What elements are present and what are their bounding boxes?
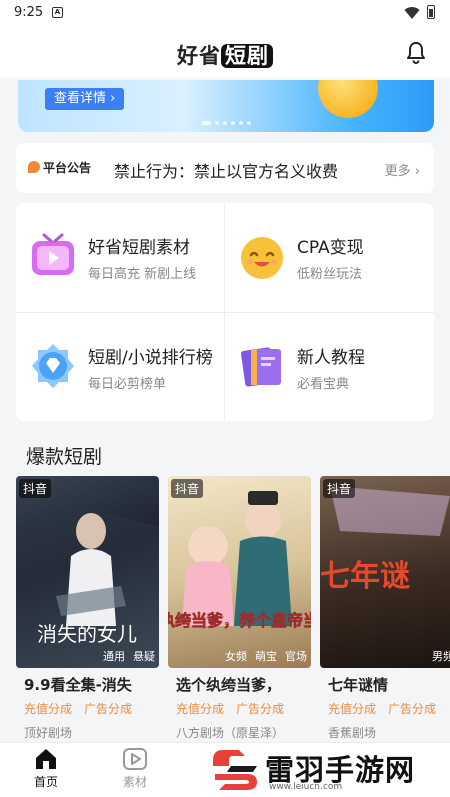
feature-title: 新人教程 — [297, 348, 365, 368]
platform-notice[interactable]: 平台公告 禁止行为：禁止以官方名义收费 更多 › — [16, 143, 434, 193]
poster-tag: 女频 — [225, 650, 247, 663]
site-watermark: 雷羽手游网 www.leiucn.com — [205, 742, 450, 797]
drama-tags: 充值分成 广告分成 — [24, 700, 144, 717]
drama-theater: 八方剧场（原星泽） — [176, 726, 285, 740]
banner-pagination — [18, 121, 434, 125]
feature-drama-materials[interactable]: 好省短剧素材 每日高充 新剧上线 — [16, 203, 224, 312]
tab-label: 首页 — [33, 775, 58, 789]
drama-card[interactable]: 选个纨绔当爹，养个皇帝当儿子 抖音 女频萌宝官场 选个纨绔当爹， 充值分成广告分… — [168, 476, 311, 742]
pagination-dot[interactable] — [222, 121, 227, 125]
battery-icon — [427, 5, 435, 19]
bell-icon[interactable] — [404, 40, 428, 64]
platform-badge: 抖音 — [323, 479, 356, 498]
feature-title: 好省短剧素材 — [88, 238, 190, 258]
feature-cpa[interactable]: CPA变现 低粉丝玩法 — [225, 203, 433, 312]
poster-art: 七年谜 — [320, 486, 450, 594]
platform-badge: 抖音 — [171, 479, 204, 498]
feature-tutorial[interactable]: 新人教程 必看宝典 — [225, 313, 433, 422]
header: 好省 短剧 — [0, 28, 450, 78]
drama-list: 消失的女儿 抖音 通用悬疑 9.9看全集-消失 充值分成广告分成 顶好剧场 选个… — [16, 476, 450, 742]
diamond-badge-icon — [32, 344, 74, 388]
app-title: 好省 短剧 — [0, 40, 450, 70]
tab-materials[interactable]: 素材 — [105, 747, 165, 790]
drama-tag: 充值分成 — [176, 702, 225, 716]
feature-grid: 好省短剧素材 每日高充 新剧上线 CPA变现 低粉丝玩法 短剧/小说排行榜 每日… — [16, 203, 434, 421]
notice-text: 禁止行为：禁止以官方名义收费 — [114, 162, 339, 181]
drama-poster: 选个纨绔当爹，养个皇帝当儿子 抖音 女频萌宝官场 — [168, 476, 311, 668]
drama-tag: 广告分成 — [388, 702, 437, 716]
megaphone-icon — [28, 161, 40, 173]
poster-tag: 官场 — [285, 650, 307, 663]
drama-card[interactable]: 消失的女儿 抖音 通用 悬疑 9.9看全集-消失 充值分成 广告分成 顶好剧场 — [16, 476, 159, 742]
notification-icon: A — [52, 7, 63, 18]
poster-title: 选个纨绔当爹，养个皇帝当儿子 — [168, 611, 311, 630]
drama-tag: 广告分成 — [84, 702, 133, 716]
bell-illustration — [318, 80, 378, 118]
poster-art: 选个纨绔当爹，养个皇帝当儿子 — [168, 491, 311, 630]
notice-tag: 平台公告 — [28, 159, 91, 176]
watermark-url: www.leiucn.com — [269, 782, 343, 792]
drama-tag: 广告分成 — [236, 702, 285, 716]
app-title-part2: 短剧 — [221, 44, 273, 68]
feature-subtitle: 低粉丝玩法 — [297, 267, 363, 282]
poster-tag: 萌宝 — [255, 650, 277, 663]
watermark-logo — [213, 750, 257, 790]
poster-tag: 悬疑 — [133, 650, 155, 663]
poster-tag: 男频 — [432, 650, 450, 663]
play-square-icon — [123, 748, 147, 770]
drama-name: 选个纨绔当爹， — [176, 676, 282, 694]
platform-badge: 抖音 — [19, 479, 52, 498]
pagination-dot[interactable] — [201, 121, 211, 125]
tab-label: 素材 — [122, 775, 147, 789]
poster-tag: 通用 — [103, 650, 125, 663]
drama-name: 9.9看全集-消失 — [24, 676, 132, 694]
notice-more-link[interactable]: 更多 › — [385, 160, 420, 179]
feature-subtitle: 每日高充 新剧上线 — [88, 267, 197, 282]
drama-theater: 香蕉剧场 — [328, 726, 377, 740]
poster-tags: 男频 — [424, 648, 450, 664]
promo-banner[interactable]: 查看详情 › — [18, 80, 434, 132]
drama-tags: 充值分成 广告分成 — [328, 700, 448, 717]
poster-title: 消失的女儿 — [37, 622, 137, 646]
section-title: 爆款短剧 — [26, 446, 103, 468]
pagination-dot[interactable] — [214, 121, 219, 125]
pagination-dot[interactable] — [246, 121, 251, 125]
books-icon — [241, 347, 281, 387]
drama-tags: 充值分成 广告分成 — [176, 700, 296, 717]
drama-name: 七年谜情 — [328, 676, 389, 694]
smiley-coin-icon — [241, 237, 283, 279]
feature-title: CPA变现 — [297, 238, 364, 258]
drama-theater: 顶好剧场 — [24, 726, 73, 740]
drama-poster: 消失的女儿 抖音 通用 悬疑 — [16, 476, 159, 668]
poster-art: 消失的女儿 — [16, 506, 159, 668]
feature-rankings[interactable]: 短剧/小说排行榜 每日必剪榜单 — [16, 313, 224, 422]
banner-details-button[interactable]: 查看详情 › — [45, 88, 125, 110]
drama-poster: 七年谜 抖音 男频 — [320, 476, 450, 668]
poster-tags: 通用 悬疑 — [95, 648, 155, 664]
status-time: 9:25 — [14, 5, 44, 20]
app-title-part1: 好省 — [177, 44, 221, 68]
drama-tag: 充值分成 — [328, 702, 377, 716]
poster-title: 七年谜 — [320, 559, 410, 594]
notice-tag-label: 平台公告 — [43, 161, 92, 175]
feature-subtitle: 每日必剪榜单 — [88, 377, 167, 392]
tab-home[interactable]: 首页 — [16, 747, 76, 790]
feature-subtitle: 必看宝典 — [297, 377, 350, 392]
drama-tag: 充值分成 — [24, 702, 73, 716]
poster-tags: 女频 萌宝 官场 — [217, 648, 307, 664]
status-bar: 9:25 A — [0, 0, 450, 28]
tv-play-icon — [32, 233, 74, 275]
wifi-icon — [404, 7, 420, 20]
drama-card[interactable]: 七年谜 抖音 男频 七年谜情 充值分成 广告分成 香蕉剧场 — [320, 476, 450, 742]
feature-title: 短剧/小说排行榜 — [88, 348, 213, 368]
home-icon — [36, 749, 56, 769]
pagination-dot[interactable] — [238, 121, 243, 125]
pagination-dot[interactable] — [230, 121, 235, 125]
